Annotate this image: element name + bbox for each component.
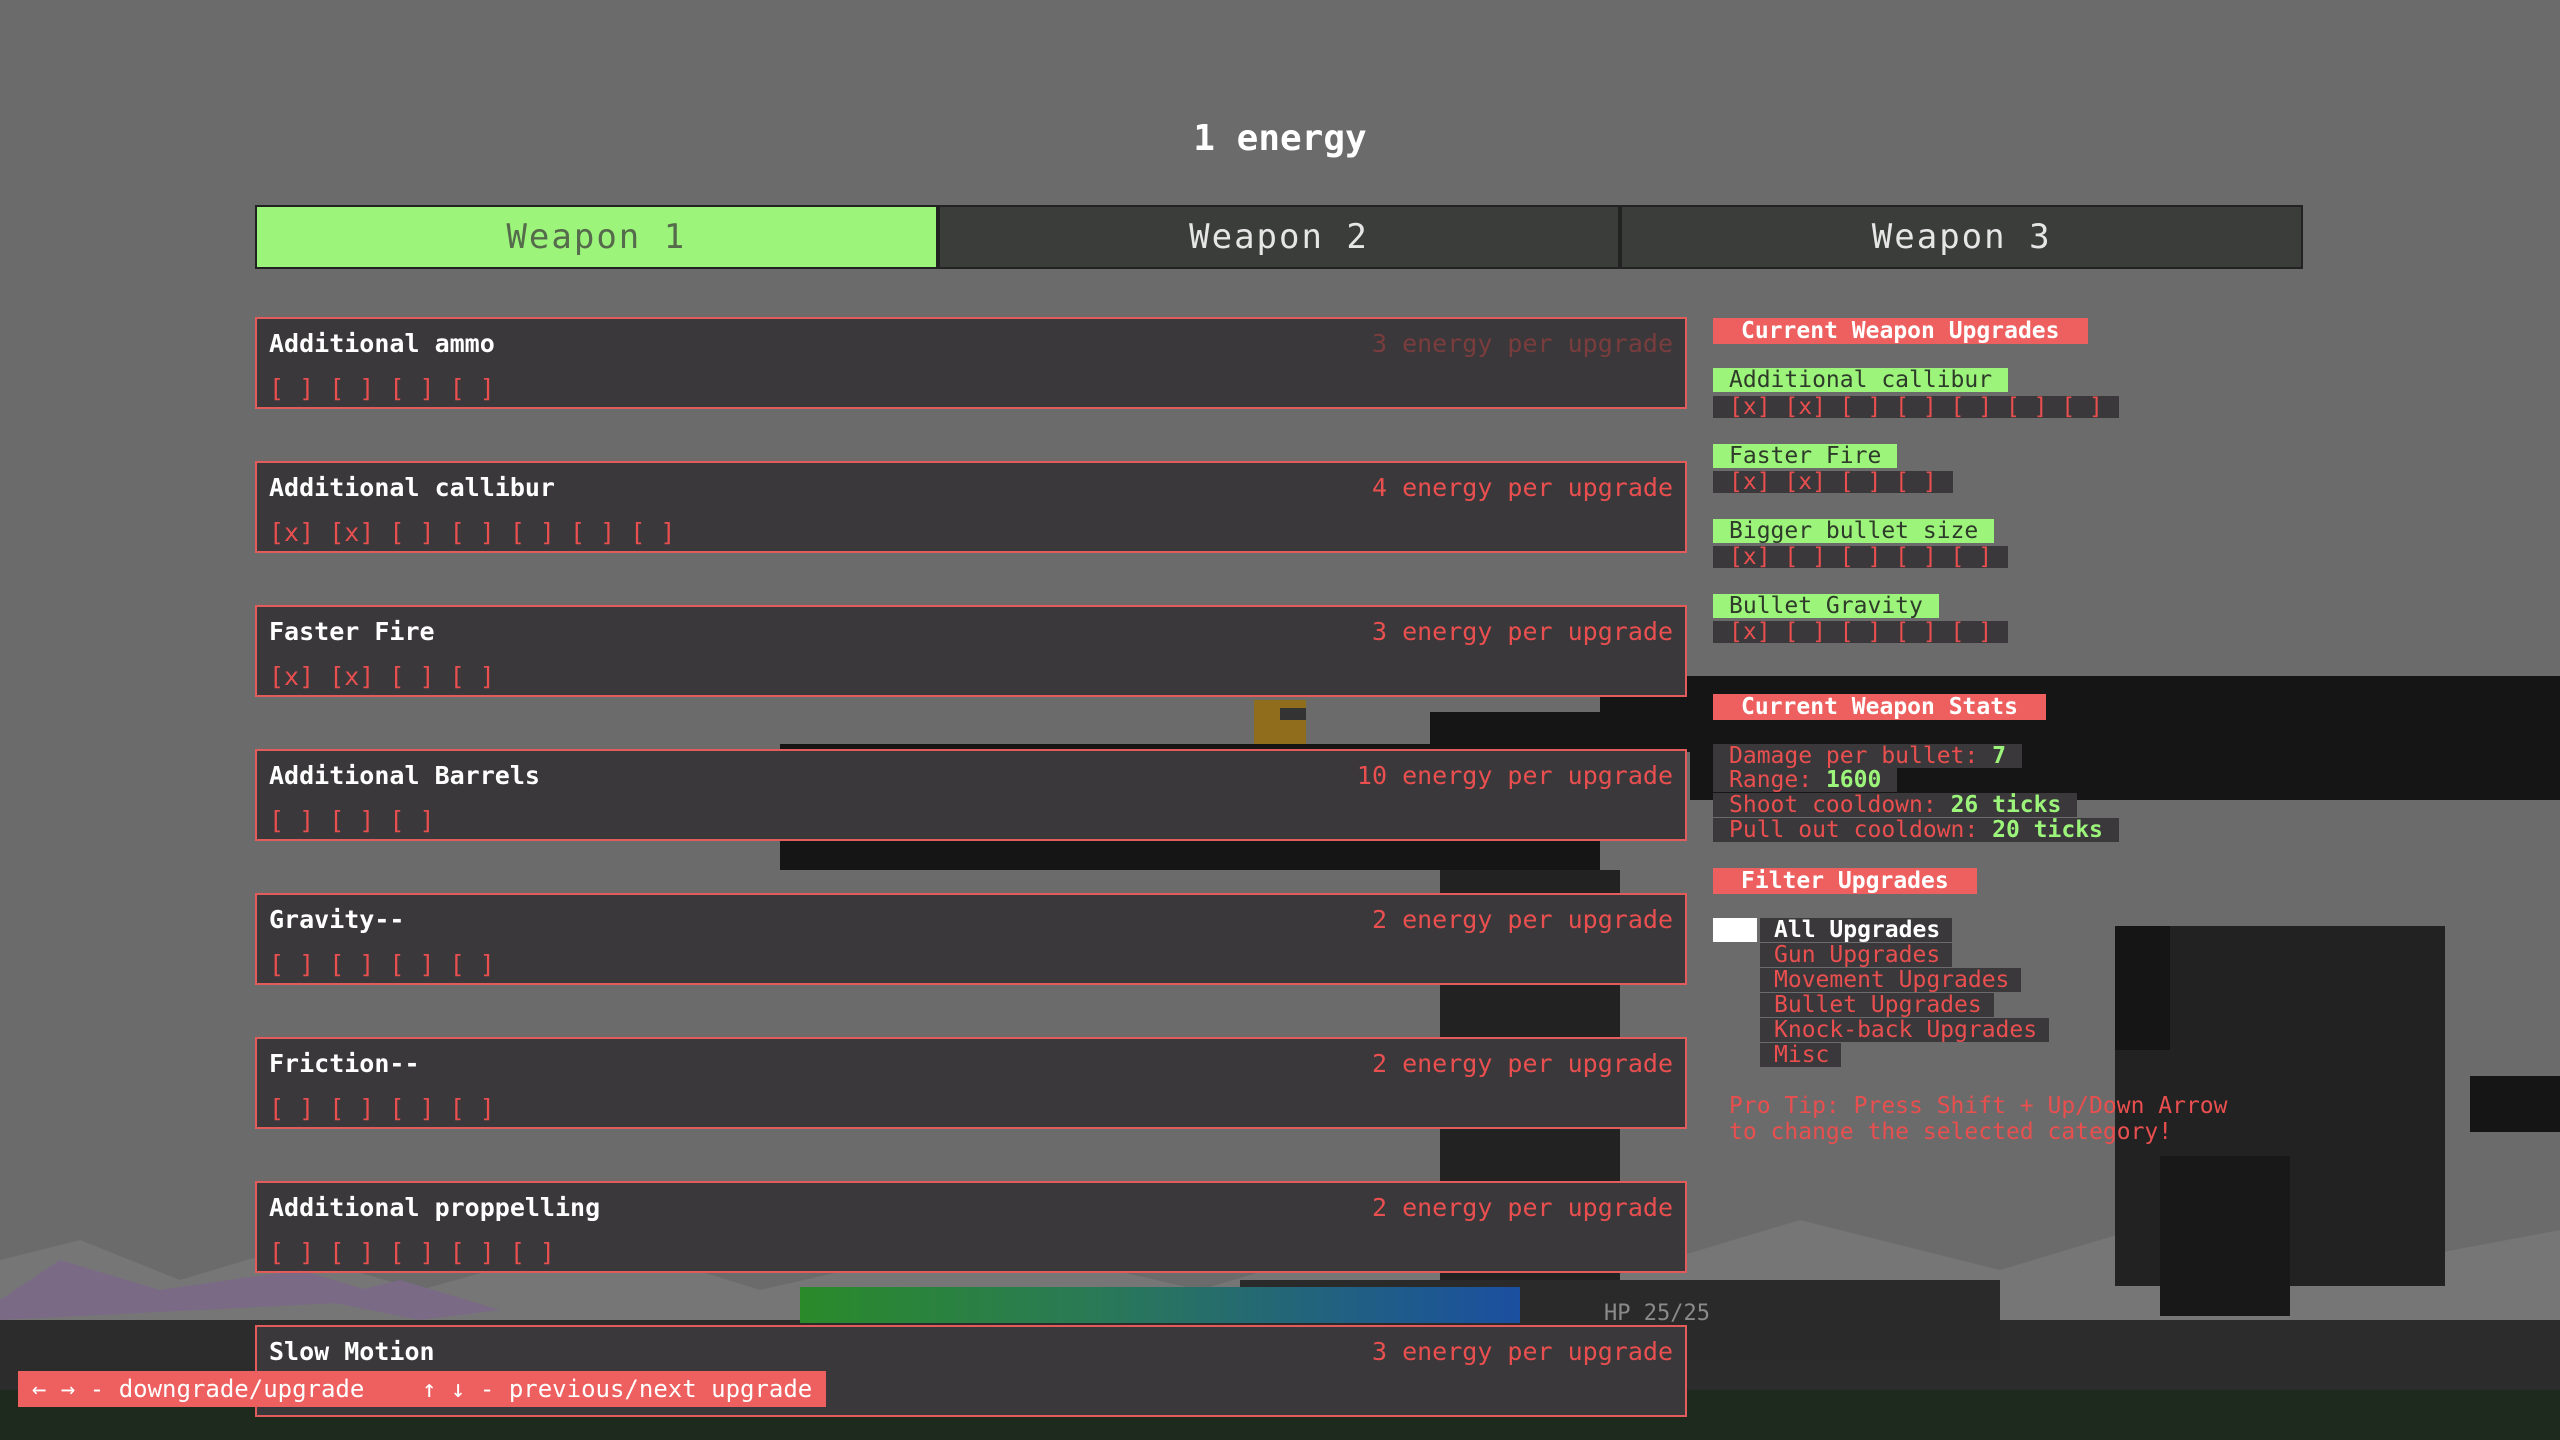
stat-label: Damage per bullet:	[1729, 743, 1993, 769]
upgrade-level-boxes: [ ] [ ] [ ]	[269, 806, 435, 835]
stat-value: 26 ticks	[1950, 792, 2062, 818]
upgrade-level-boxes: [x] [x] [ ] [ ]	[269, 662, 495, 691]
weapon-tabs: Weapon 1 Weapon 2 Weapon 3	[255, 205, 2304, 269]
health-text: HP 25/25	[1604, 1301, 1710, 1326]
energy-counter: 1 energy	[1193, 118, 1367, 159]
current-upgrade-boxes: [x] [x] [ ] [ ] [ ] [ ] [ ]	[1713, 396, 2119, 419]
upgrade-card[interactable]: Faster Fire 3 energy per upgrade [x] [x]…	[255, 605, 1687, 697]
filter-option-all[interactable]: All Upgrades	[1760, 918, 1953, 942]
upgrade-level-boxes: [ ] [ ] [ ] [ ] [ ]	[269, 1238, 555, 1267]
stat-label: Pull out cooldown:	[1729, 817, 1993, 843]
upgrade-card[interactable]: Friction-- 2 energy per upgrade [ ] [ ] …	[255, 1037, 1687, 1129]
health-bar	[800, 1287, 1520, 1323]
filter-upgrades-header: Filter Upgrades	[1713, 868, 1977, 894]
stat-pull-out-cooldown: Pull out cooldown: 20 ticks	[1713, 818, 2119, 842]
upgrade-cost: 3 energy per upgrade	[1371, 617, 1673, 646]
upgrade-name: Additional Barrels	[269, 761, 540, 790]
current-upgrades-header: Current Weapon Upgrades	[1713, 318, 2088, 344]
upgrade-name: Additional ammo	[269, 329, 495, 358]
upgrade-name: Additional proppelling	[269, 1193, 601, 1222]
upgrade-cost: 3 energy per upgrade	[1371, 329, 1673, 358]
upgrade-cost: 4 energy per upgrade	[1371, 473, 1673, 502]
upgrade-name: Slow Motion	[269, 1337, 435, 1366]
current-upgrade-name: Faster Fire	[1713, 444, 1898, 468]
upgrade-card[interactable]: Additional callibur 4 energy per upgrade…	[255, 461, 1687, 553]
stat-range: Range: 1600	[1713, 767, 1898, 793]
stat-damage: Damage per bullet: 7	[1713, 744, 2022, 768]
tab-weapon-3[interactable]: Weapon 3	[1620, 205, 2304, 269]
pro-tip: Pro Tip: Press Shift + Up/Down Arrow to …	[1729, 1093, 2228, 1145]
stat-value: 7	[1992, 743, 2006, 769]
filter-option-movement[interactable]: Movement Upgrades	[1760, 968, 2022, 992]
current-upgrade-name: Bullet Gravity	[1713, 594, 1939, 618]
stat-value: 1600	[1825, 767, 1882, 793]
upgrade-name: Friction--	[269, 1049, 420, 1078]
upgrade-cost: 10 energy per upgrade	[1356, 761, 1673, 790]
upgrade-name: Additional callibur	[269, 473, 555, 502]
upgrade-card[interactable]: Gravity-- 2 energy per upgrade [ ] [ ] […	[255, 893, 1687, 985]
stat-shoot-cooldown: Shoot cooldown: 26 ticks	[1713, 792, 2078, 818]
filter-option-knockback[interactable]: Knock-back Upgrades	[1760, 1018, 2050, 1042]
pro-tip-line: Pro Tip: Press Shift + Up/Down Arrow	[1729, 1093, 2228, 1119]
upgrade-level-boxes: [x] [x] [ ] [ ] [ ] [ ] [ ]	[269, 518, 676, 547]
filter-option-misc[interactable]: Misc	[1760, 1043, 1842, 1067]
tab-weapon-2[interactable]: Weapon 2	[937, 205, 1621, 269]
tab-weapon-1[interactable]: Weapon 1	[255, 205, 938, 269]
filter-option-bullet[interactable]: Bullet Upgrades	[1760, 993, 1994, 1017]
upgrade-level-boxes: [ ] [ ] [ ] [ ]	[269, 374, 495, 403]
upgrade-name: Faster Fire	[269, 617, 435, 646]
upgrade-cost: 2 energy per upgrade	[1371, 905, 1673, 934]
upgrade-name: Gravity--	[269, 905, 405, 934]
upgrade-card[interactable]: Additional ammo 3 energy per upgrade [ ]…	[255, 317, 1687, 409]
current-upgrade-boxes: [x] [ ] [ ] [ ] [ ]	[1713, 621, 2009, 644]
upgrade-cost: 2 energy per upgrade	[1371, 1193, 1673, 1222]
stat-label: Shoot cooldown:	[1729, 792, 1951, 818]
upgrade-level-boxes: [ ] [ ] [ ] [ ]	[269, 950, 495, 979]
stat-value: 20 ticks	[1992, 817, 2103, 843]
filter-option-gun[interactable]: Gun Upgrades	[1760, 943, 1953, 967]
current-upgrade-boxes: [x] [ ] [ ] [ ] [ ]	[1713, 546, 2009, 569]
upgrade-cost: 2 energy per upgrade	[1371, 1049, 1673, 1078]
upgrade-card[interactable]: Additional Barrels 10 energy per upgrade…	[255, 749, 1687, 841]
pro-tip-line: to change the selected category!	[1729, 1119, 2173, 1145]
controls-hint: ← → - downgrade/upgrade ↑ ↓ - previous/n…	[18, 1371, 827, 1407]
current-upgrade-name: Bigger bullet size	[1713, 519, 1995, 543]
upgrade-card[interactable]: Additional proppelling 2 energy per upgr…	[255, 1181, 1687, 1273]
weapon-stats-header: Current Weapon Stats	[1713, 694, 2046, 720]
stat-label: Range:	[1729, 767, 1826, 793]
upgrade-cost: 3 energy per upgrade	[1371, 1337, 1673, 1366]
current-upgrade-name: Additional callibur	[1713, 368, 2009, 392]
current-upgrade-boxes: [x] [x] [ ] [ ]	[1713, 471, 1953, 494]
filter-selected-indicator	[1713, 918, 1757, 942]
upgrade-level-boxes: [ ] [ ] [ ] [ ]	[269, 1094, 495, 1123]
